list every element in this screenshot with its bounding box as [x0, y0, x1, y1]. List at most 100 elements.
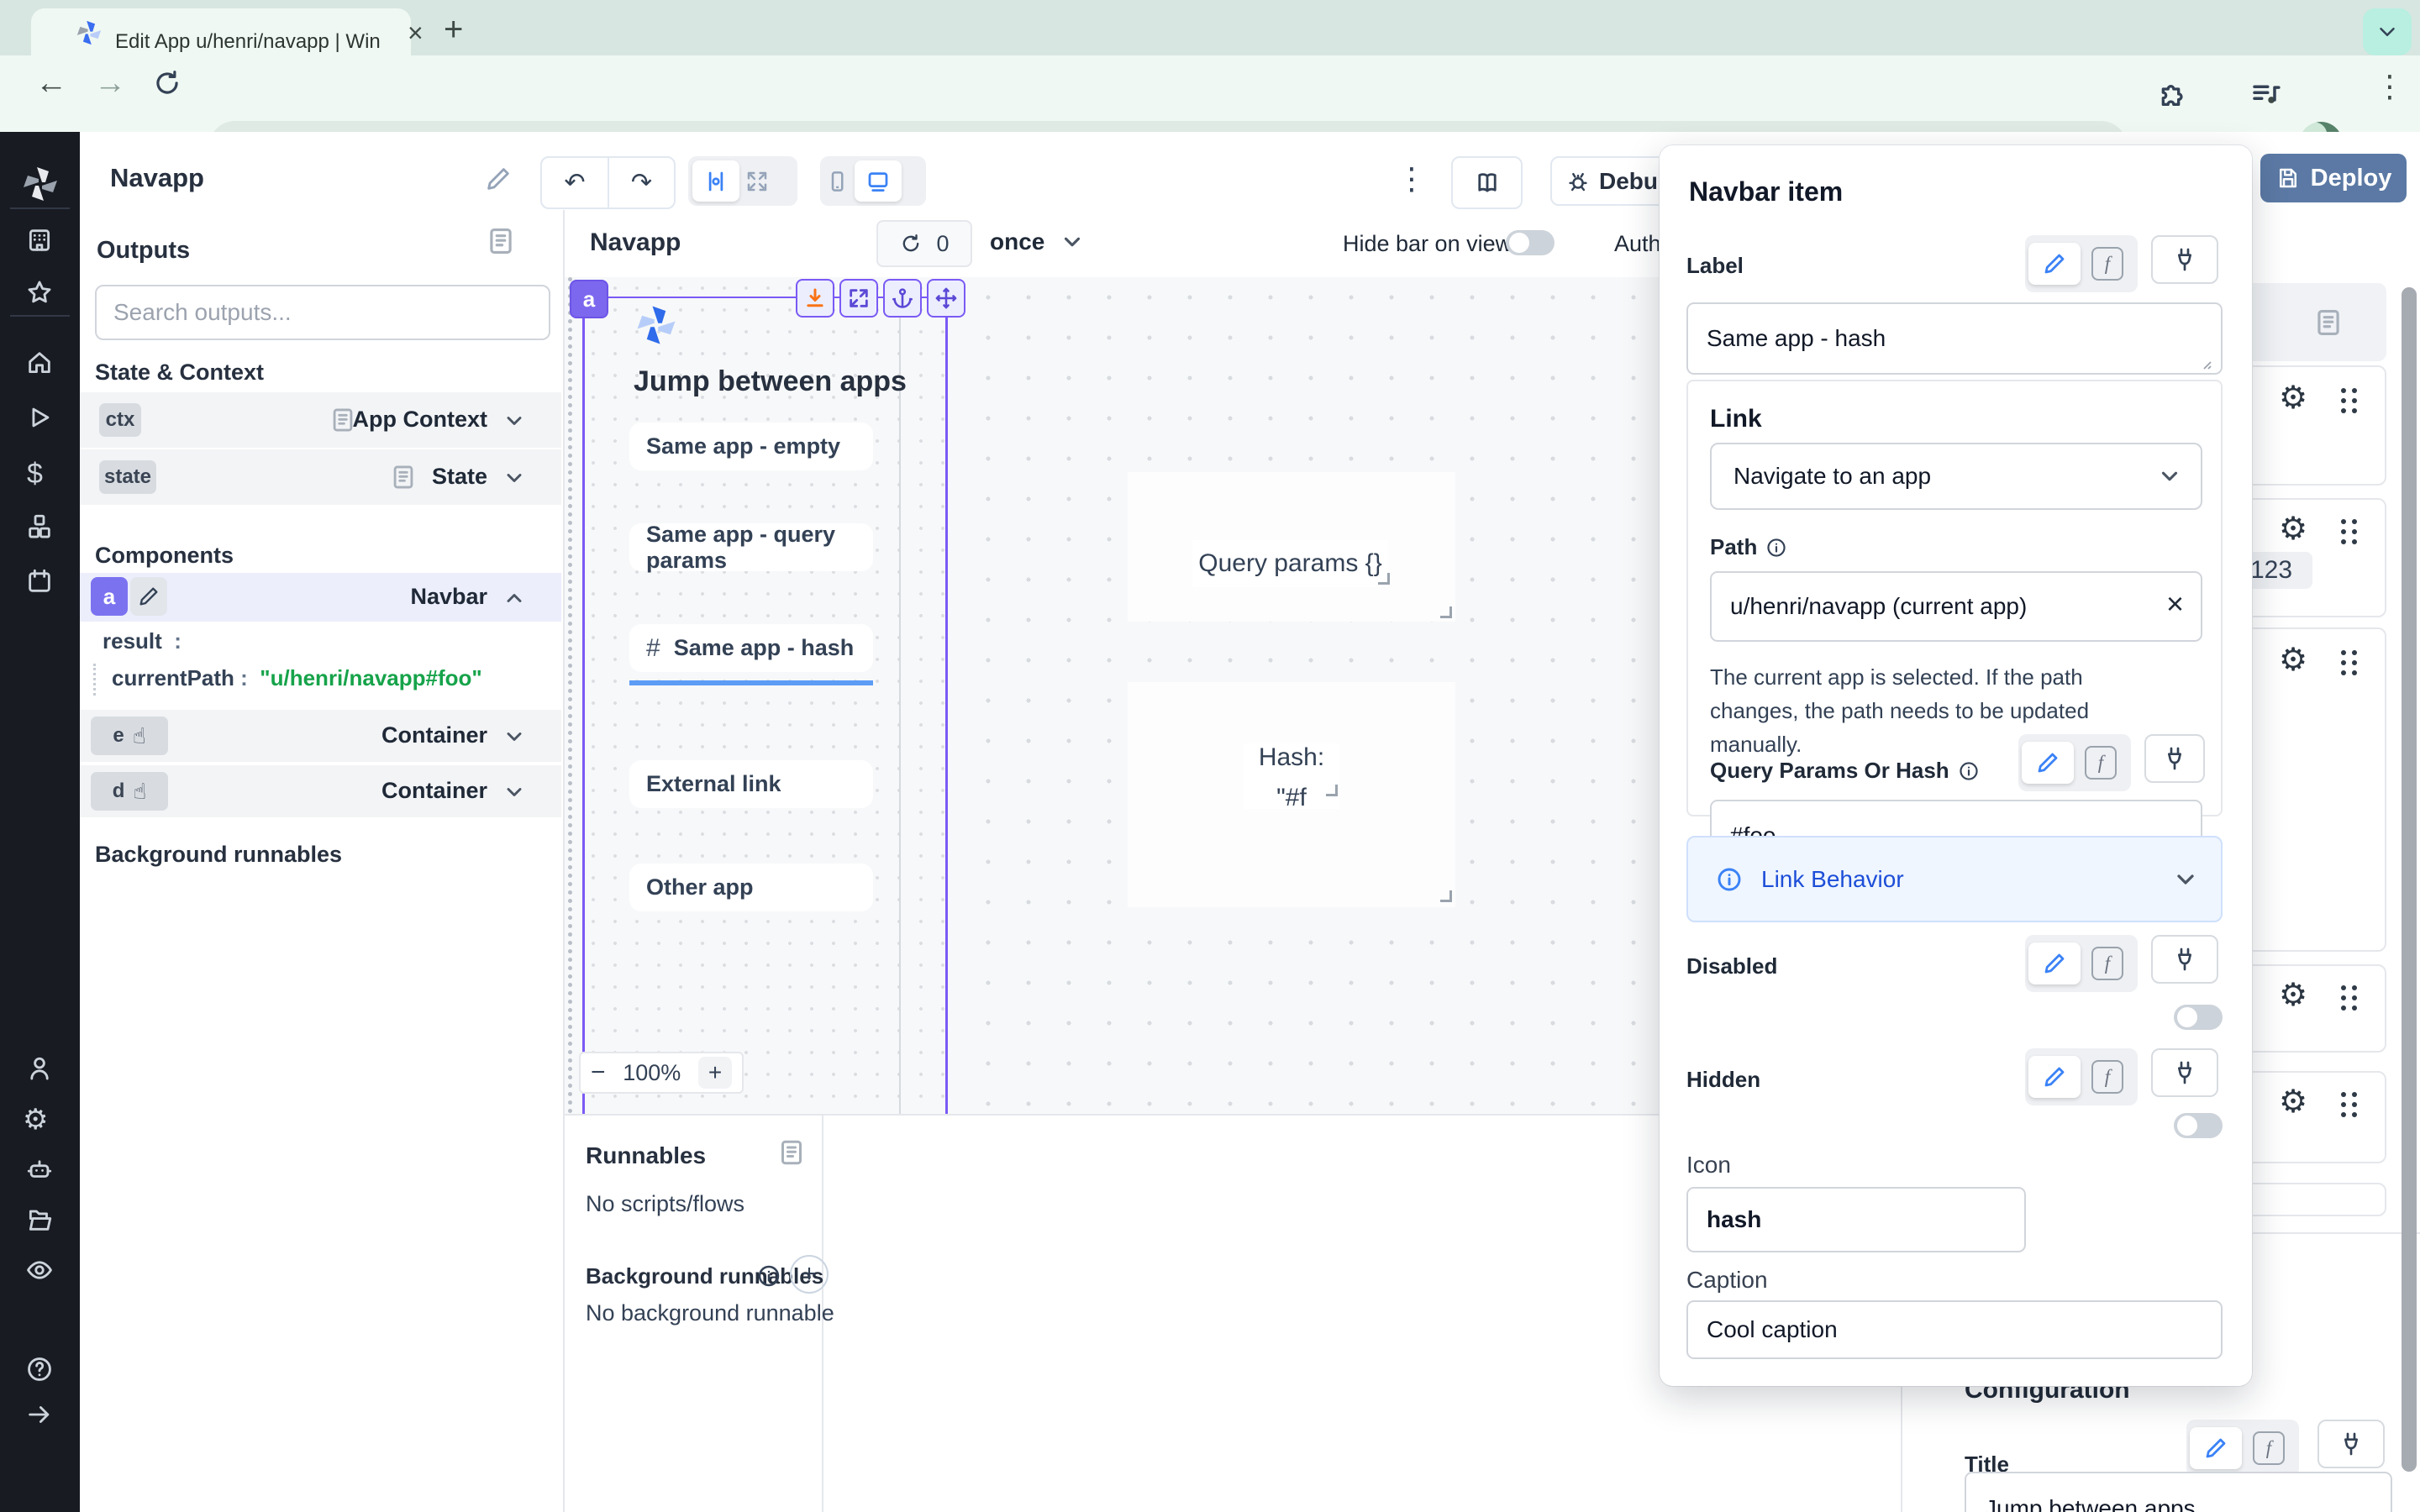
state-row[interactable]: state State — [80, 449, 561, 505]
users-icon[interactable] — [25, 1054, 54, 1083]
zoom-out-button[interactable]: − — [591, 1058, 606, 1087]
browser-menu-icon[interactable]: ⋮ — [2375, 69, 2405, 104]
outputs-log-icon[interactable] — [485, 225, 517, 257]
gear-icon[interactable]: ⚙ — [2279, 513, 2307, 545]
nav-item-query-params[interactable]: Same app - query params — [629, 523, 873, 571]
favorites-star-icon[interactable] — [25, 278, 54, 307]
chevron-down-icon[interactable] — [502, 780, 526, 804]
drag-grip-icon[interactable] — [2341, 985, 2346, 990]
gear-icon[interactable]: ⚙ — [2279, 1086, 2307, 1118]
help-icon[interactable] — [25, 1355, 54, 1383]
link-behavior-collapsible[interactable]: Link Behavior — [1686, 836, 2223, 922]
resources-icon[interactable] — [25, 512, 54, 541]
clear-path-icon[interactable]: × — [2166, 586, 2184, 622]
refresh-count-box[interactable]: 0 — [876, 220, 972, 267]
tab-search-button[interactable] — [2363, 8, 2412, 55]
gear-icon[interactable]: ⚙ — [2279, 382, 2307, 414]
static-mode-button[interactable] — [2190, 1427, 2242, 1469]
billing-icon[interactable]: $ — [27, 458, 43, 491]
runnables-log-icon[interactable] — [776, 1137, 807, 1168]
resize-corner[interactable] — [1326, 785, 1338, 796]
settings-log-icon[interactable] — [2312, 307, 2344, 339]
windmill-logo[interactable] — [20, 164, 60, 204]
zoom-in-button[interactable]: + — [698, 1057, 732, 1089]
browser-tab[interactable]: Edit App u/henri/navapp | Win × — [31, 8, 411, 55]
label-input[interactable] — [1686, 302, 2223, 375]
container-d-row[interactable]: d ☝ Container — [80, 765, 561, 817]
navbar-component-row[interactable]: a Navbar — [80, 573, 561, 622]
nav-item-empty[interactable]: Same app - empty — [629, 423, 873, 470]
connect-plug-button[interactable] — [2151, 235, 2218, 284]
connect-plug-button[interactable] — [2317, 1420, 2385, 1468]
anchor-handle[interactable] — [883, 279, 922, 318]
add-background-runnable-button[interactable]: + — [790, 1255, 829, 1294]
folders-icon[interactable] — [25, 1205, 54, 1234]
editor-menu-icon[interactable]: ⋮ — [1397, 161, 1427, 197]
connect-plug-button[interactable] — [2151, 935, 2218, 984]
gear-icon[interactable]: ⚙ — [2279, 644, 2307, 676]
disabled-toggle[interactable] — [2174, 1005, 2223, 1030]
result-key[interactable]: result : — [103, 628, 182, 654]
ctx-row[interactable]: ctx App Context — [80, 392, 561, 449]
docs-button[interactable] — [1451, 156, 1523, 209]
runs-icon[interactable] — [25, 403, 54, 432]
static-mode-button[interactable] — [2022, 742, 2074, 784]
home-icon[interactable] — [25, 349, 54, 377]
selected-component-badge[interactable]: a — [570, 280, 608, 318]
fx-mode-button[interactable]: f — [2245, 1427, 2292, 1469]
nav-item-hash[interactable]: # Same app - hash — [629, 624, 873, 672]
settings-gear-icon[interactable]: ⚙ — [23, 1103, 48, 1137]
resize-corner[interactable] — [1378, 573, 1390, 585]
title-input[interactable] — [1965, 1472, 2392, 1512]
connect-plug-button[interactable] — [2151, 1048, 2218, 1097]
edit-id-button[interactable] — [130, 577, 167, 616]
mobile-view-icon[interactable] — [824, 169, 850, 194]
hide-bar-toggle[interactable] — [1506, 230, 1555, 255]
drag-grip-icon[interactable] — [2341, 519, 2346, 524]
scrollbar-thumb[interactable] — [2402, 287, 2417, 1472]
new-tab-icon[interactable]: + — [444, 11, 463, 49]
chevron-down-icon[interactable] — [502, 409, 526, 433]
redo-button[interactable]: ↷ — [609, 158, 674, 207]
current-path-entry[interactable]: currentPath : "u/henri/navapp#foo" — [112, 665, 482, 691]
path-input[interactable] — [1710, 571, 2202, 642]
schedules-icon[interactable] — [25, 567, 54, 596]
caption-input[interactable] — [1686, 1300, 2223, 1359]
centered-layout-button[interactable] — [692, 160, 739, 202]
static-mode-button[interactable] — [2028, 1056, 2081, 1098]
fullscreen-canvas-icon[interactable] — [744, 169, 770, 194]
nav-item-other-app[interactable]: Other app — [629, 864, 873, 911]
selection-right-edge[interactable] — [945, 290, 948, 1114]
resize-corner[interactable] — [1440, 890, 1452, 902]
connect-plug-button[interactable] — [2144, 734, 2205, 783]
workspace-icon[interactable] — [25, 226, 54, 255]
link-kind-select[interactable]: Navigate to an app — [1710, 443, 2202, 510]
static-mode-button[interactable] — [2028, 243, 2081, 285]
chevron-down-icon[interactable] — [502, 725, 526, 748]
back-icon[interactable]: ← — [35, 66, 67, 102]
static-mode-button[interactable] — [2028, 942, 2081, 984]
hidden-toggle[interactable] — [2174, 1113, 2223, 1138]
fx-mode-button[interactable]: f — [2084, 243, 2131, 285]
schedule-dropdown[interactable]: once — [990, 228, 1085, 255]
search-outputs-input[interactable] — [95, 285, 550, 340]
fx-mode-button[interactable]: f — [2084, 942, 2131, 984]
deploy-button[interactable]: Deploy — [2260, 154, 2407, 202]
textarea-resize-icon[interactable] — [2199, 357, 2212, 370]
move-handle[interactable] — [927, 279, 965, 318]
chevron-up-icon[interactable] — [502, 586, 526, 610]
fx-mode-button[interactable]: f — [2077, 742, 2124, 784]
expand-down-handle[interactable] — [796, 279, 834, 318]
forward-icon[interactable]: → — [94, 66, 126, 102]
resize-corner[interactable] — [1440, 606, 1452, 618]
undo-button[interactable]: ↶ — [542, 158, 609, 207]
workers-robot-icon[interactable] — [25, 1155, 54, 1184]
container-e-row[interactable]: e ☝ Container — [80, 710, 561, 764]
nav-item-external-link[interactable]: External link — [629, 760, 873, 808]
drag-grip-icon[interactable] — [2341, 1092, 2346, 1097]
fx-mode-button[interactable]: f — [2084, 1056, 2131, 1098]
tab-close-icon[interactable]: × — [408, 18, 424, 49]
hash-container[interactable]: Hash: "#f — [1128, 682, 1455, 907]
drag-grip-icon[interactable] — [2341, 650, 2346, 655]
chevron-down-icon[interactable] — [502, 466, 526, 490]
